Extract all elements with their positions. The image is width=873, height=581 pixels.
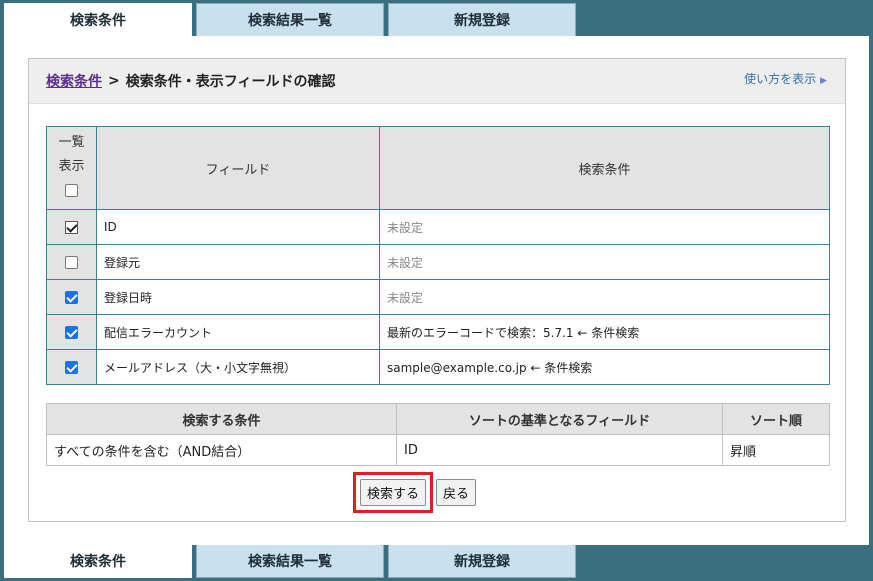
row-checkbox-error-count[interactable] [65, 326, 78, 339]
search-button-highlight: 検索する [353, 472, 434, 513]
breadcrumb-separator: > [108, 73, 120, 89]
field-condition: 最新のエラーコードで検索：5.7.1 ← 条件検索 [379, 314, 830, 350]
select-all-checkbox[interactable] [65, 184, 78, 197]
sort-order-header: ソート順 [722, 403, 830, 435]
field-condition: 未設定 [379, 279, 830, 315]
sort-table: 検索する条件 ソートの基準となるフィールド ソート順 すべての条件を含む（AND… [46, 403, 830, 466]
field-name: 登録元 [96, 244, 380, 280]
show-header-line1: 一覧 [58, 135, 85, 150]
field-column-header: フィールド [96, 126, 380, 210]
search-condition-header: 検索する条件 [46, 403, 397, 435]
table-row: 登録元 未設定 [46, 244, 830, 280]
field-name: メールアドレス（大・小文字無視） [96, 349, 380, 385]
table-row: メールアドレス（大・小文字無視） sample@example.co.jp ← … [46, 349, 830, 385]
field-name: 配信エラーカウント [96, 314, 380, 350]
bottom-tab-bar: 検索条件 検索結果一覧 新規登録 [4, 545, 580, 578]
tab-new-registration[interactable]: 新規登録 [388, 3, 576, 36]
back-button[interactable]: 戻る [436, 479, 477, 506]
show-header-line2: 表示 [58, 159, 85, 174]
sort-order-value: 昇順 [722, 434, 830, 466]
row-checkbox-registered-at[interactable] [65, 291, 78, 304]
table-row: 登録日時 未設定 [46, 279, 830, 315]
row-checkbox-email[interactable] [65, 361, 78, 374]
tab-search-conditions-bottom[interactable]: 検索条件 [4, 545, 192, 578]
panel-header: 検索条件 > 検索条件・表示フィールドの確認 使い方を表示 ▶ [29, 59, 845, 104]
confirm-panel: 検索条件 > 検索条件・表示フィールドの確認 使い方を表示 ▶ 一覧 表示 フィー… [28, 58, 846, 522]
field-name: 登録日時 [96, 279, 380, 315]
fields-table-header: 一覧 表示 フィールド 検索条件 [46, 126, 830, 210]
help-link[interactable]: 使い方を表示 ▶ [744, 70, 827, 87]
search-condition-value: すべての条件を含む（AND結合） [46, 434, 397, 466]
field-condition: 未設定 [379, 209, 830, 245]
tab-search-results[interactable]: 検索結果一覧 [196, 3, 384, 36]
field-condition: sample@example.co.jp ← 条件検索 [379, 349, 830, 385]
sort-table-header: 検索する条件 ソートの基準となるフィールド ソート順 [46, 403, 830, 435]
tab-new-registration-bottom[interactable]: 新規登録 [388, 545, 576, 578]
search-button[interactable]: 検索する [360, 479, 427, 506]
row-checkbox-id[interactable] [65, 221, 78, 234]
tab-search-conditions[interactable]: 検索条件 [4, 3, 192, 36]
help-label: 使い方を表示 [744, 72, 817, 86]
sort-field-value: ID [396, 434, 723, 466]
row-checkbox-source[interactable] [65, 256, 78, 269]
page-body: 検索条件 > 検索条件・表示フィールドの確認 使い方を表示 ▶ 一覧 表示 フィー… [4, 36, 869, 545]
table-row: すべての条件を含む（AND結合） ID 昇順 [46, 434, 830, 466]
play-arrow-icon: ▶ [820, 76, 827, 86]
table-row: 配信エラーカウント 最新のエラーコードで検索：5.7.1 ← 条件検索 [46, 314, 830, 350]
field-condition: 未設定 [379, 244, 830, 280]
show-column-header: 一覧 表示 [46, 126, 97, 210]
top-tab-bar: 検索条件 検索結果一覧 新規登録 [4, 3, 580, 36]
tab-search-results-bottom[interactable]: 検索結果一覧 [196, 545, 384, 578]
condition-column-header: 検索条件 [379, 126, 830, 210]
page-title: 検索条件・表示フィールドの確認 [125, 74, 336, 90]
breadcrumb-link-search-conditions[interactable]: 検索条件 [46, 71, 102, 91]
fields-table: 一覧 表示 フィールド 検索条件 ID 未設定 登録元 未設定 登録日時 未設定… [46, 126, 830, 385]
table-row: ID 未設定 [46, 209, 830, 245]
sort-field-header: ソートの基準となるフィールド [396, 403, 723, 435]
field-name: ID [96, 209, 380, 245]
button-row: 検索する 戻る [353, 472, 477, 513]
